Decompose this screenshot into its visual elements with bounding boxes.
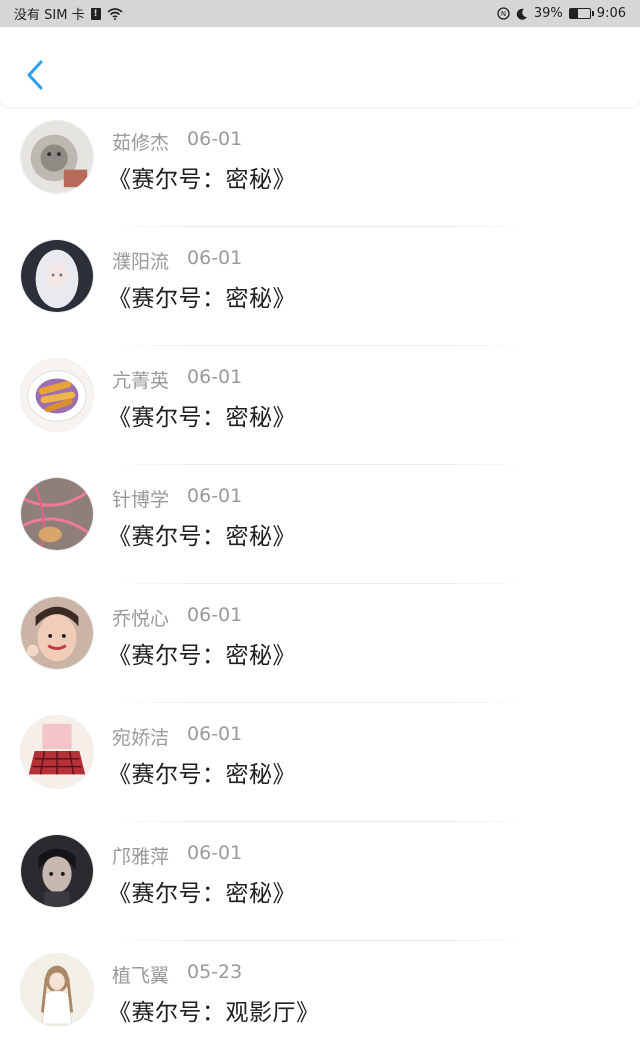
message-date: 06-01 xyxy=(187,842,243,864)
header-bar xyxy=(0,27,640,107)
sender-name: 乔悦心 xyxy=(112,608,170,630)
list-item[interactable]: 濮阳流 06-01 《赛尔号：密秘》 xyxy=(0,227,640,346)
carrier-text: 没有 SIM 卡 xyxy=(14,8,85,23)
message-title: 《赛尔号：密秘》 xyxy=(108,762,296,788)
avatar[interactable] xyxy=(20,239,94,313)
back-button[interactable] xyxy=(20,55,50,95)
svg-text:N: N xyxy=(501,10,506,18)
nfc-icon: N xyxy=(497,7,510,20)
sender-name: 邝雅萍 xyxy=(112,846,170,868)
battery-icon xyxy=(568,8,594,19)
avatar[interactable] xyxy=(20,834,94,908)
message-title: 《赛尔号：观影厅》 xyxy=(108,1000,320,1026)
status-left: 没有 SIM 卡 ! xyxy=(14,4,123,23)
status-bar: 没有 SIM 卡 ! N 39% 9:06 xyxy=(0,0,640,27)
avatar[interactable] xyxy=(20,596,94,670)
message-title: 《赛尔号：密秘》 xyxy=(108,167,296,193)
avatar[interactable] xyxy=(20,715,94,789)
list-item[interactable]: 宛娇洁 06-01 《赛尔号：密秘》 xyxy=(0,703,640,822)
message-date: 05-23 xyxy=(187,961,243,983)
message-date: 06-01 xyxy=(187,485,243,507)
sender-name: 植飞翼 xyxy=(112,965,170,987)
avatar-anime-girl-image xyxy=(21,954,93,1026)
message-date: 06-01 xyxy=(187,604,243,626)
avatar-dark-portrait-image xyxy=(21,835,93,907)
message-date: 06-01 xyxy=(187,366,243,388)
list-item[interactable]: 邝雅萍 06-01 《赛尔号：密秘》 xyxy=(0,822,640,941)
avatar-food-plate-image xyxy=(21,359,93,431)
list-item[interactable]: 茹修杰 06-01 《赛尔号：密秘》 xyxy=(0,108,640,227)
chevron-left-icon xyxy=(27,60,43,90)
avatar[interactable] xyxy=(20,120,94,194)
battery-percent: 39% xyxy=(533,6,563,21)
message-title: 《赛尔号：密秘》 xyxy=(108,881,296,907)
message-date: 06-01 xyxy=(187,247,243,269)
avatar[interactable] xyxy=(20,953,94,1027)
moon-icon xyxy=(516,8,527,20)
message-title: 《赛尔号：密秘》 xyxy=(108,286,296,312)
message-title: 《赛尔号：密秘》 xyxy=(108,643,296,669)
sim-alert-icon: ! xyxy=(90,7,101,20)
message-title: 《赛尔号：密秘》 xyxy=(108,524,296,550)
avatar-plaid-skirt-image xyxy=(21,716,93,788)
avatar[interactable] xyxy=(20,477,94,551)
clock-time: 9:06 xyxy=(596,6,626,21)
message-title: 《赛尔号：密秘》 xyxy=(108,405,296,431)
avatar-cat-string-image xyxy=(21,478,93,550)
avatar-lion-image xyxy=(21,121,93,193)
list-item[interactable]: 植飞翼 05-23 《赛尔号：观影厅》 xyxy=(0,941,640,1060)
wifi-icon xyxy=(107,7,123,20)
sender-name: 濮阳流 xyxy=(112,251,170,273)
status-right: N 39% 9:06 xyxy=(497,6,626,21)
battery-fill xyxy=(569,9,578,18)
avatar-anime-white-hair-image xyxy=(21,240,93,312)
message-date: 06-01 xyxy=(187,128,243,150)
message-date: 06-01 xyxy=(187,723,243,745)
sender-name: 茹修杰 xyxy=(112,132,170,154)
sender-name: 宛娇洁 xyxy=(112,727,170,749)
list-item[interactable]: 乔悦心 06-01 《赛尔号：密秘》 xyxy=(0,584,640,703)
list-item[interactable]: 针博学 06-01 《赛尔号：密秘》 xyxy=(0,465,640,584)
avatar[interactable] xyxy=(20,358,94,432)
avatar-child-face-image xyxy=(21,597,93,669)
sender-name: 亢菁英 xyxy=(112,370,170,392)
sender-name: 针博学 xyxy=(112,489,170,511)
list-item[interactable]: 亢菁英 06-01 《赛尔号：密秘》 xyxy=(0,346,640,465)
message-list: 茹修杰 06-01 《赛尔号：密秘》 濮阳流 06-01 《赛尔号：密秘》 亢菁… xyxy=(0,108,640,1060)
